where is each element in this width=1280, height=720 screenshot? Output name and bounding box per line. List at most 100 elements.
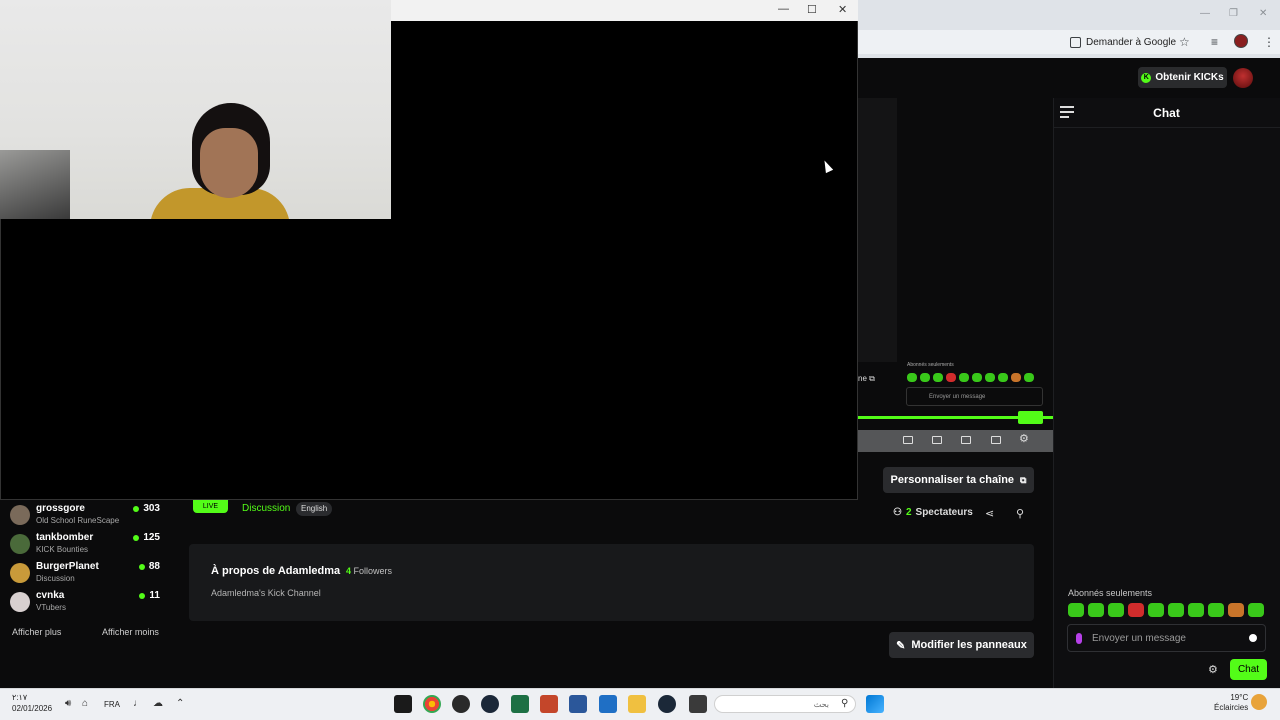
viewer-stats: ⚇ 2 Spectateurs	[893, 507, 973, 518]
stream-category-link[interactable]: Discussion	[242, 503, 290, 514]
obtenir-kicks-button[interactable]: K Obtenir KICKs	[1138, 67, 1227, 88]
weather-temp: 19°C	[1230, 693, 1249, 702]
window-close-icon[interactable]: ✕	[838, 3, 847, 16]
theater-mode-icon[interactable]	[961, 436, 971, 444]
live-dot-icon	[139, 592, 146, 599]
clock-date: 02/01/2026	[12, 704, 53, 713]
store-icon[interactable]	[599, 695, 617, 713]
steam-icon[interactable]	[481, 695, 499, 713]
chrome-menu-icon[interactable]: ⋮	[1263, 35, 1275, 49]
volume-icon[interactable]: 🔊︎	[65, 698, 71, 709]
onedrive-icon[interactable]: ☁	[153, 698, 163, 709]
share-icon[interactable]: ⋖	[985, 507, 994, 520]
microphone-icon[interactable]	[1076, 632, 1082, 644]
viewer-count-value: 303	[143, 503, 160, 514]
obs-icon[interactable]	[452, 695, 470, 713]
customize-channel-button[interactable]: Personnaliser ta chaîne ⧉	[883, 467, 1034, 493]
sidebar-channel-tankbomber[interactable]: tankbomber KICK Bounties 125	[10, 532, 160, 560]
clock-time: ٢:١٧	[12, 693, 28, 702]
window-maximize-icon[interactable]: ☐	[807, 3, 817, 16]
browser-restore-icon[interactable]: ❐	[1229, 8, 1238, 19]
viewers-count: 2	[905, 507, 912, 518]
emote-icon[interactable]	[1188, 603, 1204, 617]
collapse-chat-icon[interactable]	[1060, 106, 1074, 118]
player-settings-icon[interactable]: ⚙	[1019, 432, 1029, 445]
language-tag[interactable]: English	[296, 502, 333, 516]
edit-panels-button[interactable]: ✎ Modifier les panneaux	[889, 632, 1034, 658]
webcam-background-object	[0, 150, 70, 219]
channel-category: KICK Bounties	[36, 545, 89, 554]
live-dot-icon	[138, 563, 145, 570]
emote-icon	[907, 373, 917, 382]
chat-panel	[1053, 98, 1280, 688]
emote-icon[interactable]	[1228, 603, 1244, 617]
emote-icon	[1024, 373, 1034, 382]
channel-avatar	[10, 563, 30, 583]
taskbar-search-input[interactable]: بحث	[714, 695, 856, 713]
emote-icon[interactable]	[1108, 603, 1124, 617]
keyboard-language[interactable]: FRA	[104, 700, 120, 709]
window-minimize-icon[interactable]: —	[778, 3, 789, 15]
chat-message-input[interactable]: Envoyer un message	[1067, 624, 1266, 652]
edit-panels-label: Modifier les panneaux	[911, 639, 1027, 651]
weather-sun-icon	[1251, 694, 1267, 710]
sidebar-channel-burgerplanet[interactable]: BurgerPlanet Discussion 88	[10, 561, 160, 589]
webcam-feed	[0, 0, 391, 219]
video-player[interactable]	[855, 98, 897, 362]
channel-category: VTubers	[36, 603, 66, 612]
word-icon[interactable]	[569, 695, 587, 713]
chrome-icon[interactable]	[423, 695, 441, 713]
emote-icon	[985, 373, 995, 382]
miniplayer-icon[interactable]	[903, 436, 913, 444]
taskbar-clock[interactable]: ٢:١٧ 02/01/2026	[12, 692, 52, 714]
profile-avatar[interactable]	[1234, 34, 1248, 48]
mini-subscribers-label: Abonnés seulements	[907, 362, 954, 368]
emote-icon[interactable]	[1248, 603, 1264, 617]
clip-icon[interactable]	[932, 436, 942, 444]
browser-minimize-icon[interactable]: —	[1200, 8, 1210, 19]
excel-icon[interactable]	[511, 695, 529, 713]
follow-user-icon[interactable]: ⚲	[1016, 507, 1024, 520]
google-prompt-label: Demander à Google	[1086, 36, 1177, 48]
emote-icon	[972, 373, 982, 382]
show-more-link[interactable]: Afficher plus	[12, 627, 61, 637]
emote-icon[interactable]	[1088, 603, 1104, 617]
mini-channel-tag: ne ⧉	[858, 374, 875, 383]
emote-icon[interactable]	[1128, 603, 1144, 617]
chat-settings-icon[interactable]: ⚙	[1208, 663, 1218, 676]
emote-icon[interactable]	[1208, 603, 1224, 617]
fullscreen-icon[interactable]	[991, 436, 1001, 444]
emoji-picker-icon[interactable]	[1249, 634, 1257, 642]
weather-widget[interactable]: 19°C Éclaircies	[1214, 693, 1248, 713]
kick-user-avatar[interactable]	[1233, 68, 1253, 88]
google-lens-button[interactable]: Demander à Google	[1070, 34, 1176, 50]
emote-icon[interactable]	[1068, 603, 1084, 617]
about-panel	[189, 544, 1034, 621]
sidebar-channel-cvnka[interactable]: cvnka VTubers 11	[10, 590, 160, 618]
kick-app-icon[interactable]	[394, 695, 412, 713]
bookmark-star-icon[interactable]: ☆	[1179, 35, 1190, 49]
channel-category: Old School RuneScape	[36, 516, 120, 525]
powerpoint-icon[interactable]	[540, 695, 558, 713]
app-window-icon[interactable]	[689, 695, 707, 713]
viewer-count: 88	[138, 561, 160, 572]
sidebar-channel-grossgore[interactable]: grossgore Old School RuneScape 303	[10, 503, 160, 531]
channel-name: cvnka	[36, 590, 65, 601]
emote-icon[interactable]	[1168, 603, 1184, 617]
steam-icon-2[interactable]	[658, 695, 676, 713]
file-explorer-icon[interactable]	[628, 695, 646, 713]
followers-count: 4 Followers	[346, 566, 392, 576]
emote-icon[interactable]	[1148, 603, 1164, 617]
microphone-tray-icon[interactable]: ♩	[133, 698, 143, 709]
chat-send-button[interactable]: Chat	[1230, 659, 1267, 680]
channel-avatar	[10, 534, 30, 554]
browser-close-icon[interactable]: ✕	[1259, 8, 1267, 19]
about-title: À propos de Adamledma	[211, 565, 341, 577]
viewers-label: Spectateurs	[915, 507, 973, 518]
windows-start-icon[interactable]	[866, 695, 884, 713]
media-controls-icon[interactable]: ≡	[1211, 35, 1218, 49]
tray-overflow-icon[interactable]: ⌃	[176, 698, 184, 709]
show-less-link[interactable]: Afficher moins	[102, 627, 159, 637]
network-icon[interactable]: ⌂	[82, 698, 88, 709]
pencil-icon: ✎	[896, 639, 906, 652]
